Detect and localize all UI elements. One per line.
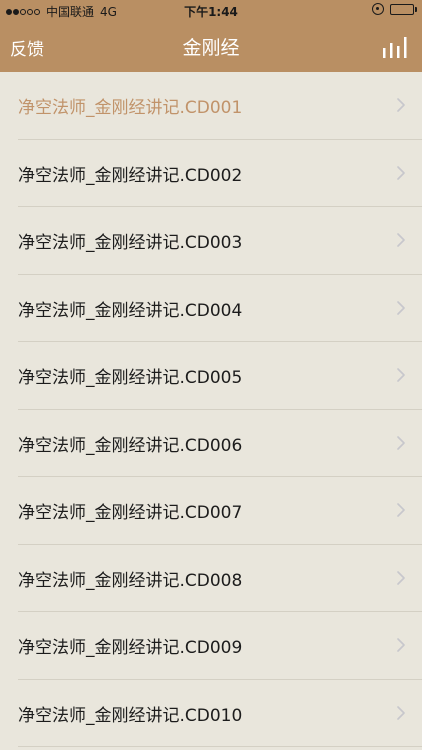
chevron-right-icon <box>397 98 405 112</box>
app-header: 中国联通 4G 下午1:44 反馈 金刚经 <box>0 0 422 72</box>
navigation-bar: 反馈 金刚经 <box>0 22 422 72</box>
list-item[interactable]: 净空法师_金刚经讲记.CD002 <box>0 140 422 208</box>
chevron-right-icon <box>397 368 405 382</box>
battery-icon <box>390 3 417 15</box>
list-item-label: 净空法师_金刚经讲记.CD007 <box>18 503 243 524</box>
status-time: 下午1:44 <box>184 5 238 19</box>
track-list: 净空法师_金刚经讲记.CD001 净空法师_金刚经讲记.CD002 净空法师_金… <box>0 72 422 747</box>
bar-chart-icon[interactable] <box>382 36 408 58</box>
list-item[interactable]: 净空法师_金刚经讲记.CD007 <box>0 477 422 545</box>
chevron-right-icon <box>397 638 405 652</box>
list-item-label: 净空法师_金刚经讲记.CD010 <box>18 705 243 726</box>
list-item-label: 净空法师_金刚经讲记.CD006 <box>18 435 243 456</box>
list-item-label: 净空法师_金刚经讲记.CD002 <box>18 165 243 186</box>
list-item[interactable]: 净空法师_金刚经讲记.CD004 <box>0 275 422 343</box>
list-item[interactable]: 净空法师_金刚经讲记.CD001 <box>0 72 422 140</box>
orientation-lock-icon <box>372 3 384 15</box>
list-item-label: 净空法师_金刚经讲记.CD005 <box>18 368 243 389</box>
chevron-right-icon <box>397 705 405 720</box>
chevron-right-icon <box>397 165 405 180</box>
chevron-right-icon <box>397 503 405 517</box>
status-bar: 中国联通 4G 下午1:44 <box>0 0 422 22</box>
status-right <box>372 3 417 15</box>
list-item-label: 净空法师_金刚经讲记.CD009 <box>18 638 243 659</box>
list-item[interactable]: 净空法师_金刚经讲记.CD003 <box>0 207 422 275</box>
list-item[interactable]: 净空法师_金刚经讲记.CD010 <box>0 680 422 748</box>
chevron-right-icon <box>397 570 405 585</box>
list-item[interactable]: 净空法师_金刚经讲记.CD009 <box>0 612 422 680</box>
list-item[interactable]: 净空法师_金刚经讲记.CD008 <box>0 545 422 613</box>
list-item-label: 净空法师_金刚经讲记.CD003 <box>18 233 243 254</box>
list-item[interactable]: 净空法师_金刚经讲记.CD005 <box>0 342 422 410</box>
list-item-label: 净空法师_金刚经讲记.CD004 <box>18 300 243 321</box>
chevron-right-icon <box>397 300 405 315</box>
chevron-right-icon <box>397 233 405 247</box>
list-item-label: 净空法师_金刚经讲记.CD001 <box>18 98 243 119</box>
list-item[interactable]: 净空法师_金刚经讲记.CD006 <box>0 410 422 478</box>
list-item-label: 净空法师_金刚经讲记.CD008 <box>18 570 243 591</box>
chevron-right-icon <box>397 435 405 450</box>
page-title: 金刚经 <box>182 37 240 59</box>
